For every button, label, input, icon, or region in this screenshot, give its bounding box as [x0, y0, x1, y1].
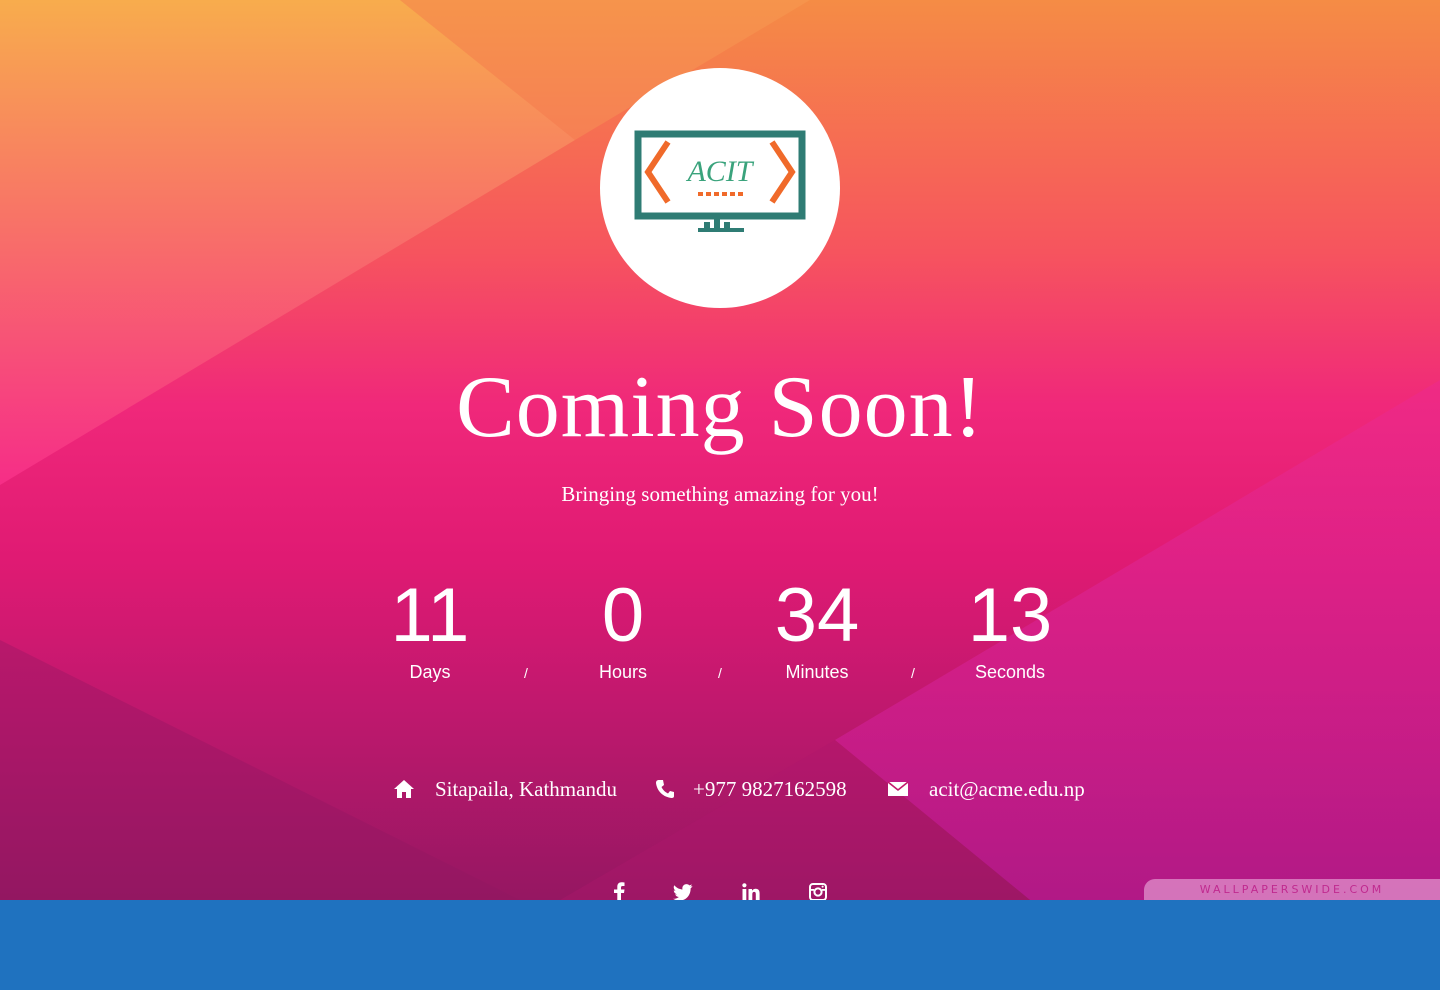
email-text[interactable]: acit@acme.edu.np: [929, 773, 1085, 805]
hours-value: 0: [601, 573, 645, 658]
seconds-label: Seconds: [974, 662, 1046, 682]
page-subtitle: Bringing something amazing for you!: [561, 482, 879, 506]
days-value: 11: [390, 573, 470, 658]
svg-text:ACIT: ACIT: [685, 155, 754, 188]
days-label: Days: [409, 662, 451, 682]
watermark: wallpaperswide.com: [1144, 879, 1440, 900]
seconds-value: 13: [967, 573, 1053, 658]
home-icon: [393, 779, 415, 799]
contact-email[interactable]: acit@acme.edu.np: [887, 773, 1085, 805]
page-title: Coming Soon!: [456, 359, 984, 456]
phone-icon: [655, 779, 675, 799]
contact-address: Sitapaila, Kathmandu: [393, 773, 617, 805]
envelope-icon: [887, 780, 909, 798]
minutes-value: 34: [774, 573, 860, 658]
minutes-label: Minutes: [785, 662, 849, 682]
footer-bar: [0, 900, 1440, 990]
address-text: Sitapaila, Kathmandu: [435, 777, 617, 801]
logo: ACIT: [600, 68, 840, 308]
phone-text[interactable]: +977 9827162598: [693, 773, 847, 805]
acit-logo-icon: ACIT: [634, 130, 806, 232]
hours-label: Hours: [598, 662, 647, 682]
contact-phone[interactable]: +977 9827162598: [655, 773, 847, 805]
